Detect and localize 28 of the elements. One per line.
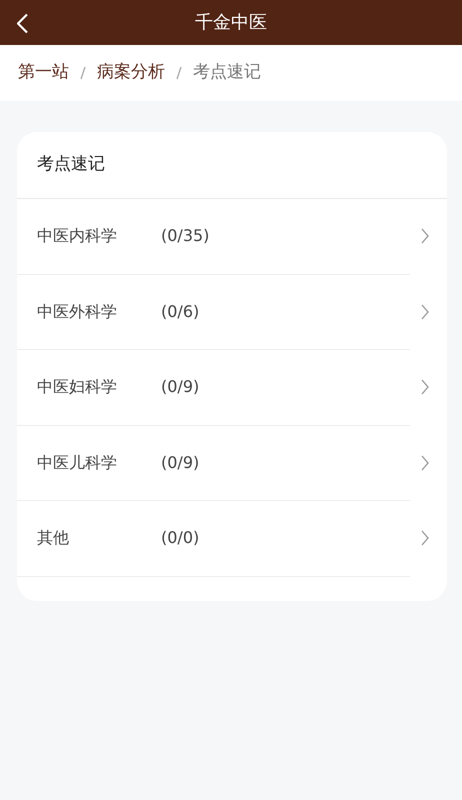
subject-name: 中医儿科学 (37, 452, 118, 474)
progress-count: (0/0) (161, 527, 200, 550)
progress-count: (0/35) (161, 225, 210, 248)
breadcrumb-current: 考点速记 (193, 61, 261, 84)
progress-count: (0/9) (161, 452, 200, 474)
progress-count: (0/6) (161, 300, 200, 323)
subject-name: 其他 (37, 527, 70, 550)
subject-name: 中医内科学 (37, 225, 118, 248)
breadcrumb-link[interactable]: 病案分析 (97, 60, 165, 86)
list-item[interactable]: 中医内科学 (0/35) (17, 199, 410, 274)
subject-name: 中医外科学 (37, 300, 118, 323)
separator-icon (79, 66, 87, 80)
list-item[interactable]: 中医妇科学 (0/9) (17, 350, 410, 426)
subject-name: 中医妇科学 (37, 376, 118, 398)
page-title: 千金中医 (195, 11, 267, 35)
list-item[interactable]: 中医外科学 (0/6) (17, 274, 410, 350)
card-title: 考点速记 (37, 153, 105, 176)
chevron-right-icon (420, 379, 430, 396)
progress-count: (0/9) (161, 376, 200, 398)
chevron-right-icon (420, 228, 430, 244)
chevron-right-icon (420, 530, 430, 546)
separator-icon (175, 66, 183, 80)
breadcrumb-link[interactable]: 第一站 (18, 60, 69, 86)
chevron-right-icon (420, 304, 430, 320)
back-icon (17, 13, 29, 34)
list-item[interactable]: 中医儿科学 (0/9) (17, 426, 410, 501)
list-item[interactable]: 其他 (0/0) (17, 501, 410, 576)
chevron-right-icon (420, 454, 430, 471)
